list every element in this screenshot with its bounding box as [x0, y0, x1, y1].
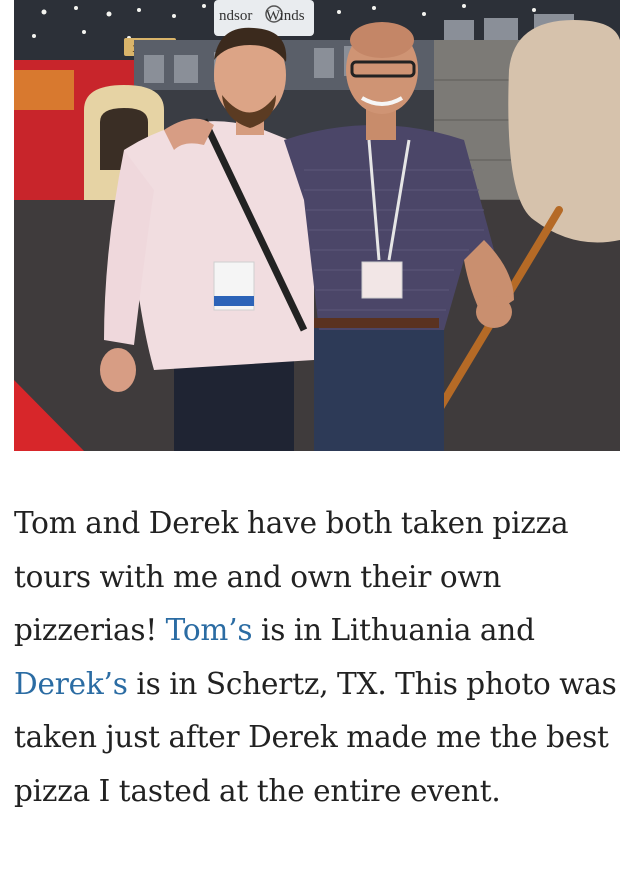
signage-text-2: Winds [266, 8, 305, 24]
trade-show-photo-illustration: ndsor Winds 1300 [14, 0, 620, 451]
caption-text-2: is in Lithuania and [252, 613, 535, 647]
dereks-pizzeria-link[interactable]: Derek’s [14, 667, 128, 701]
photo-caption: Tom and Derek have both taken pizza tour… [14, 497, 626, 818]
article-photo: ndsor Winds 1300 [14, 0, 620, 451]
toms-pizzeria-link[interactable]: Tom’s [166, 613, 253, 647]
signage-text-1: ndsor [219, 8, 252, 24]
